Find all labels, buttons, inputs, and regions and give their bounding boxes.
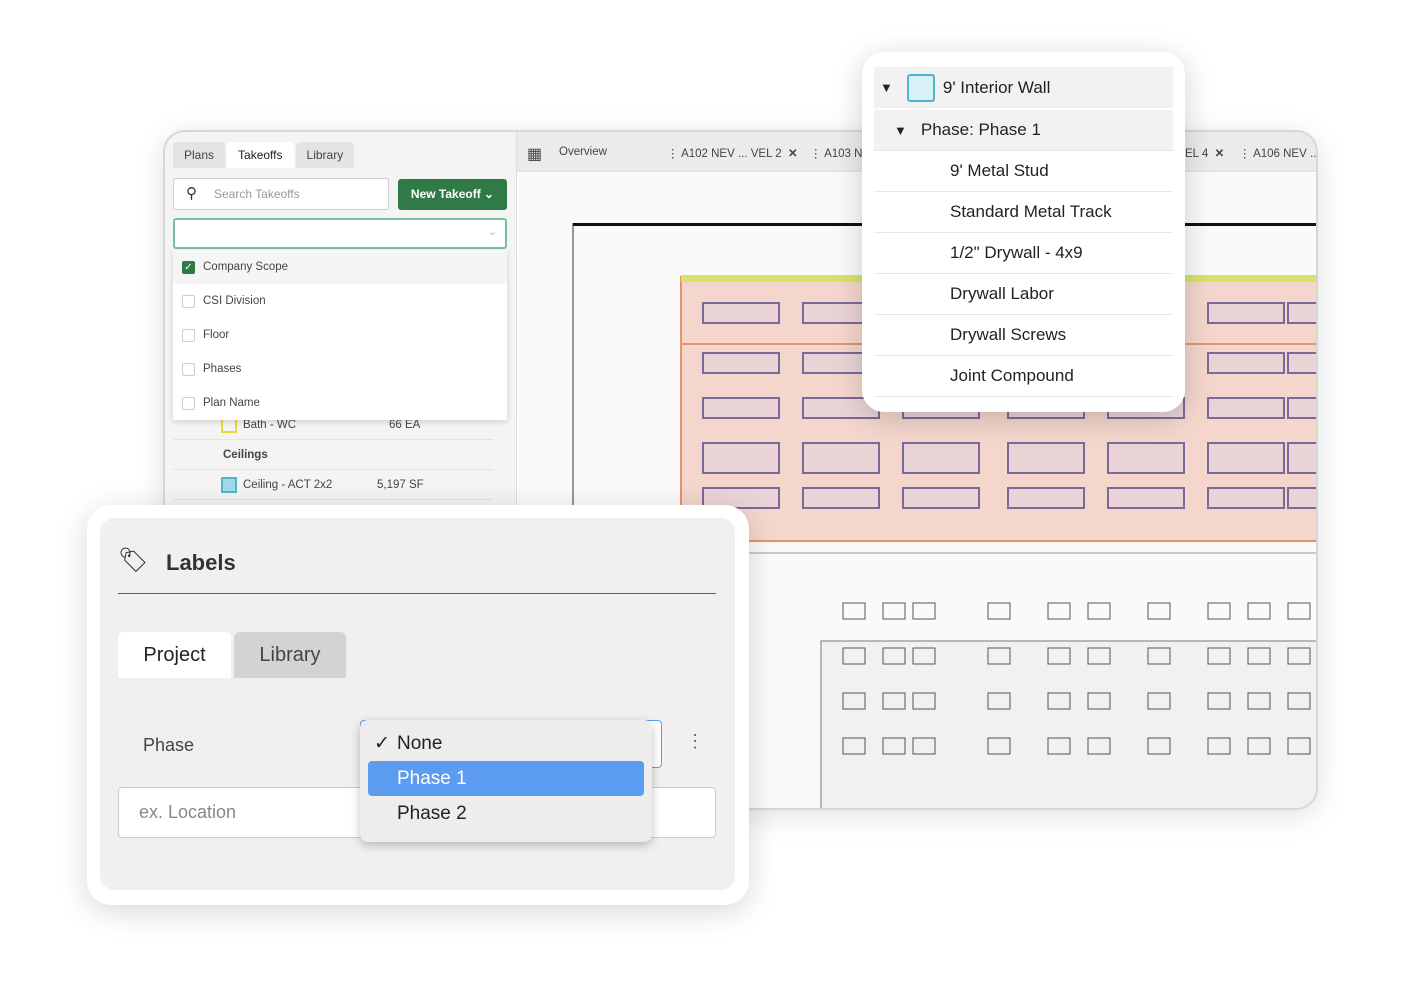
close-icon[interactable]: ✕: [788, 148, 798, 160]
phase-label: Phase: [143, 735, 195, 755]
option-phases[interactable]: Phases: [173, 352, 507, 386]
caret-down-icon[interactable]: ▼: [880, 80, 893, 95]
takeoff-color-icon: [221, 476, 237, 493]
assembly-item[interactable]: Standard Metal Track: [874, 192, 1173, 233]
search-icon: ⚲: [186, 185, 197, 202]
caret-down-icon[interactable]: ▼: [894, 123, 907, 138]
option-plan-name[interactable]: Plan Name: [173, 386, 507, 420]
takeoff-row[interactable]: Ceiling - ACT 2x2 5,197 SF: [173, 470, 493, 500]
assembly-item[interactable]: Drywall Labor: [874, 274, 1173, 315]
tag-icon: 🏷: [118, 547, 149, 574]
chevron-down-icon: ⌄: [487, 226, 497, 238]
blueprint-window: [1007, 442, 1085, 474]
option-none[interactable]: ✓ None: [360, 726, 652, 761]
blueprint-window: [1287, 397, 1316, 419]
new-takeoff-button[interactable]: New Takeoff ⌄: [398, 179, 507, 210]
blueprint-window: [702, 352, 780, 374]
wall-assembly-icon: [906, 73, 935, 102]
option-csi-division[interactable]: CSI Division: [173, 284, 507, 318]
divider: [118, 593, 716, 594]
checkbox[interactable]: [182, 294, 195, 308]
blueprint-window: [902, 442, 980, 474]
blueprint-window: [1007, 487, 1085, 509]
blueprint-window: [1207, 442, 1285, 474]
tab-library[interactable]: Library: [234, 632, 346, 678]
assembly-header[interactable]: ▼ 9' Interior Wall: [874, 67, 1173, 108]
blueprint-window: [1207, 302, 1285, 324]
takeoff-group-header[interactable]: Ceilings: [173, 440, 493, 470]
option-company-scope[interactable]: ✓ Company Scope: [173, 250, 507, 284]
labels-panel: 🏷 Labels Project Library Phase ⋮ ex. Loc…: [87, 505, 749, 905]
blueprint-window: [902, 487, 980, 509]
blueprint-window: [1107, 442, 1185, 474]
tab-takeoffs[interactable]: Takeoffs: [227, 142, 294, 168]
option-floor[interactable]: Floor: [173, 318, 507, 352]
grid-icon: ▦: [527, 146, 543, 163]
plan-tab[interactable]: ⋮ A103 N: [810, 146, 862, 160]
blueprint-window: [1107, 487, 1185, 509]
checkbox[interactable]: [182, 362, 195, 376]
blueprint-window: [1207, 397, 1285, 419]
option-phase-1[interactable]: Phase 1: [368, 761, 644, 796]
blueprint-window: [702, 397, 780, 419]
assembly-popover: ▼ 9' Interior Wall ▼ Phase: Phase 1 9' M…: [862, 52, 1185, 412]
blueprint-window: [1287, 352, 1316, 374]
checkbox[interactable]: [182, 396, 195, 410]
assembly-item[interactable]: 9' Metal Stud: [874, 151, 1173, 192]
checkmark-icon: ✓: [374, 733, 390, 754]
checkbox[interactable]: [182, 328, 195, 342]
group-by-dropdown: ✓ Company Scope CSI Division Floor Phases…: [173, 250, 507, 420]
assembly-item[interactable]: 1/2" Drywall - 4x9: [874, 233, 1173, 274]
plan-tab[interactable]: ⋮ A106 NEV ...: [1239, 146, 1316, 160]
blueprint-window: [1207, 352, 1285, 374]
tab-overview[interactable]: Overview: [559, 146, 607, 158]
tab-project[interactable]: Project: [118, 632, 231, 678]
blueprint-window: [1287, 442, 1316, 474]
blueprint-window: [702, 442, 780, 474]
blueprint-window: [802, 442, 880, 474]
tab-library[interactable]: Library: [295, 142, 355, 168]
assembly-item[interactable]: Drywall Screws: [874, 315, 1173, 356]
phase-header[interactable]: ▼ Phase: Phase 1: [874, 110, 1173, 151]
checkbox-checked[interactable]: ✓: [182, 260, 195, 274]
blueprint-window: [1287, 302, 1316, 324]
plan-tab[interactable]: EL 4 ✕: [1185, 146, 1224, 160]
search-takeoffs-input[interactable]: ⚲ Search Takeoffs: [173, 178, 389, 210]
option-phase-2[interactable]: Phase 2: [360, 796, 652, 831]
group-by-select[interactable]: ⌄: [173, 218, 507, 249]
more-options-icon[interactable]: ⋮: [686, 731, 704, 752]
close-icon[interactable]: ✕: [1215, 148, 1225, 160]
phase-dropdown-menu: ✓ None Phase 1 Phase 2: [360, 720, 652, 842]
blueprint-window: [702, 302, 780, 324]
assembly-item[interactable]: Joint Compound: [874, 356, 1173, 397]
blueprint-window: [1207, 487, 1285, 509]
plan-tab[interactable]: ⋮ A102 NEV ... VEL 2 ✕: [667, 146, 798, 160]
blueprint-window: [802, 487, 880, 509]
blueprint-window: [1287, 487, 1316, 509]
tab-plans[interactable]: Plans: [173, 142, 226, 168]
panel-title: Labels: [166, 550, 236, 575]
